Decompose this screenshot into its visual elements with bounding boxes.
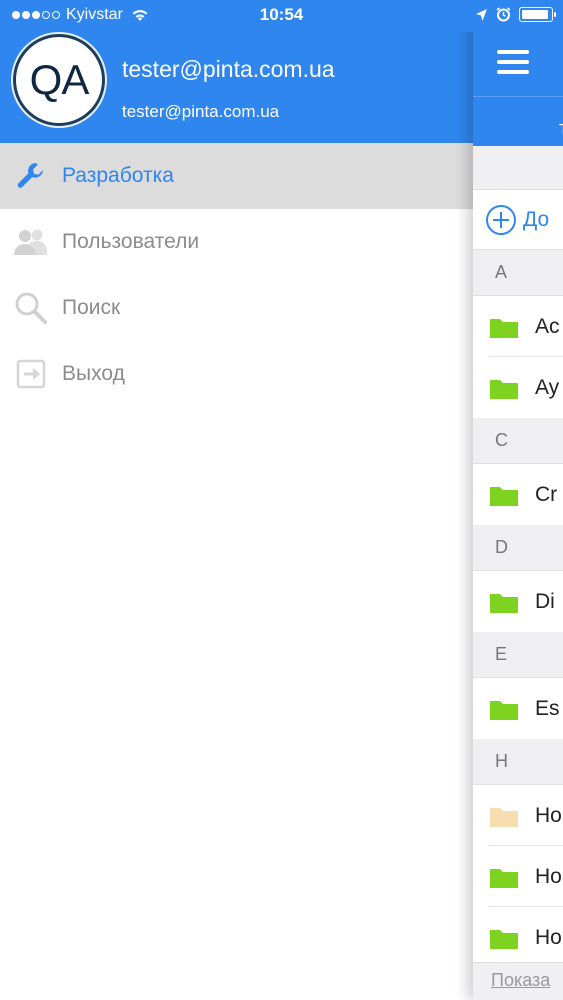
footer-bar: Показа <box>473 962 563 1000</box>
menu-item-label: Пользователи <box>62 230 200 253</box>
list-item[interactable]: Ac <box>473 296 563 357</box>
section-header: D <box>473 525 563 571</box>
folder-icon <box>490 379 518 399</box>
list-item-label: Ho <box>535 925 562 949</box>
folder-icon <box>490 929 518 949</box>
avatar-initials: QA <box>29 56 90 103</box>
battery-fill <box>522 10 548 19</box>
screen: QA tester@pinta.com.ua tester@pinta.com.… <box>0 0 563 1000</box>
section-header: C <box>473 418 563 464</box>
menu-item-label: Поиск <box>62 296 121 319</box>
menu-item-label: Разработка <box>62 164 174 187</box>
folder-icon <box>490 807 518 827</box>
location-arrow-icon <box>476 8 487 21</box>
logout-icon <box>14 357 48 391</box>
menu-item-users[interactable]: Пользователи <box>0 209 473 275</box>
status-bar: Kyivstar 10:54 <box>0 0 563 32</box>
section-header: A <box>473 250 563 296</box>
list-item-label: Cr <box>535 482 558 506</box>
folder-icon <box>490 593 518 613</box>
project-list: A Ac Ay C Cr D Di E Es H Ho Ho Ho <box>473 250 563 968</box>
add-label: До <box>523 207 550 231</box>
folder-icon <box>490 318 518 338</box>
list-item-label: Es <box>535 696 560 720</box>
hamburger-menu-button[interactable] <box>497 50 529 76</box>
main-subbar: Т <box>473 96 563 146</box>
alarm-clock-icon <box>496 7 511 22</box>
list-item[interactable]: Ay <box>473 357 563 418</box>
search-icon <box>14 291 48 325</box>
battery-icon <box>519 7 556 22</box>
drawer-menu: Разработка Пользователи Поиск Выход <box>0 143 473 407</box>
side-drawer: QA tester@pinta.com.ua tester@pinta.com.… <box>0 0 473 1000</box>
list-item[interactable]: Cr <box>473 464 563 525</box>
menu-item-label: Выход <box>62 362 125 385</box>
list-item-label: Ho <box>535 864 562 888</box>
list-item-label: Ac <box>535 314 560 338</box>
add-project-button[interactable]: До <box>473 190 563 250</box>
list-item[interactable]: Es <box>473 678 563 739</box>
folder-icon <box>490 700 518 720</box>
user-email: tester@pinta.com.ua <box>122 102 280 121</box>
folder-icon <box>490 868 518 888</box>
users-icon <box>14 225 48 259</box>
list-item[interactable]: Di <box>473 571 563 632</box>
show-more-link[interactable]: Показа <box>491 970 550 991</box>
list-item[interactable]: Ho <box>473 846 563 907</box>
folder-icon <box>490 486 518 506</box>
status-right <box>475 7 556 22</box>
wrench-icon <box>14 159 48 193</box>
list-item-label: Ho <box>535 803 562 827</box>
main-navbar <box>473 32 563 96</box>
avatar[interactable]: QA <box>13 34 105 126</box>
menu-item-logout[interactable]: Выход <box>0 341 473 407</box>
list-item-label: Di <box>535 589 555 613</box>
section-header: E <box>473 632 563 678</box>
menu-item-development[interactable]: Разработка <box>0 143 473 209</box>
user-name: tester@pinta.com.ua <box>122 56 335 82</box>
list-item-label: Ay <box>535 375 560 399</box>
search-bar[interactable] <box>473 146 563 190</box>
menu-item-search[interactable]: Поиск <box>0 275 473 341</box>
subbar-title: Т <box>559 121 563 138</box>
main-panel[interactable]: Т До A Ac Ay C <box>473 0 563 1000</box>
section-header: H <box>473 739 563 785</box>
plus-circle-icon <box>486 204 516 235</box>
list-item[interactable]: Ho <box>473 907 563 968</box>
list-item[interactable]: Ho <box>473 785 563 846</box>
